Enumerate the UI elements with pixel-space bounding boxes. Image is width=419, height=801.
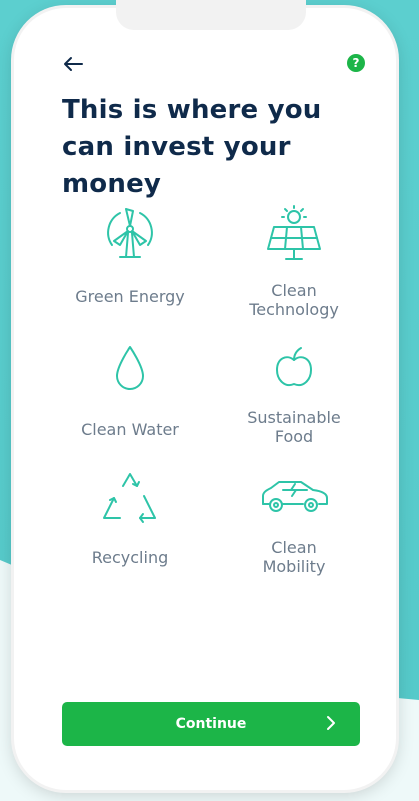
solar-panel-icon [267,205,321,260]
chevron-right-icon [327,716,335,730]
page-title: This is where you can invest your money [62,95,322,199]
category-label: Recycling [91,548,169,567]
category-clean-water[interactable]: Clean Water [60,344,200,439]
category-label: Sustainable Food [247,408,341,446]
category-clean-mobility[interactable]: Clean Mobility [224,478,364,576]
help-icon[interactable]: ? [347,54,365,72]
category-sustainable-food[interactable]: Sustainable Food [224,346,364,446]
continue-button[interactable]: Continue [62,702,360,746]
category-clean-technology[interactable]: Clean Technology [224,205,364,319]
apple-icon [276,347,312,386]
category-label: Clean Technology [249,281,339,319]
category-label: Clean Mobility [262,538,326,576]
recycle-icon [103,473,156,523]
wind-turbine-icon [107,208,153,258]
category-green-energy[interactable]: Green Energy [60,205,200,306]
water-drop-icon [116,346,144,390]
back-arrow-icon[interactable] [62,52,86,76]
category-label: Green Energy [75,287,185,306]
phone-notch [116,0,306,30]
category-recycling[interactable]: Recycling [60,470,200,567]
electric-car-icon [262,481,328,512]
continue-label: Continue [175,716,247,732]
category-label: Clean Water [81,420,179,439]
